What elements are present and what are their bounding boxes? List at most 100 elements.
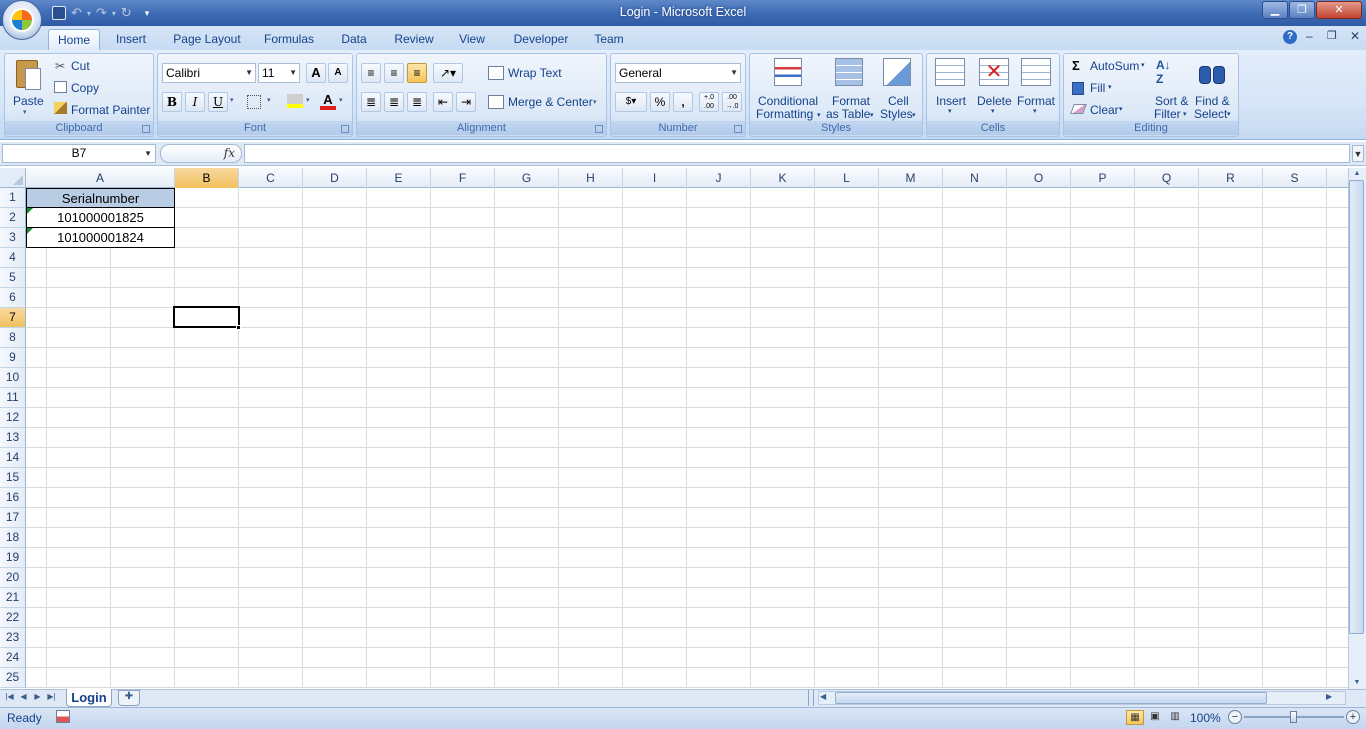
- decrease-decimal-button[interactable]: .00 →.0: [722, 92, 742, 112]
- paste-dropdown-icon[interactable]: ▾: [23, 108, 27, 116]
- tab-page-layout[interactable]: Page Layout: [166, 29, 248, 50]
- row-header-12[interactable]: 12: [0, 408, 26, 428]
- autosum-button[interactable]: AutoSum: [1090, 59, 1139, 73]
- zoom-in-icon[interactable]: +: [1346, 710, 1360, 724]
- vertical-scroll-thumb[interactable]: [1349, 180, 1364, 634]
- select-all-corner[interactable]: [0, 168, 26, 188]
- clear-button[interactable]: Clear: [1090, 103, 1119, 117]
- ribbon-minimize-icon[interactable]: –: [1306, 29, 1313, 43]
- column-header-G[interactable]: G: [495, 168, 559, 188]
- tab-view[interactable]: View: [452, 29, 492, 50]
- undo-icon[interactable]: ↶: [71, 5, 82, 21]
- horizontal-scroll-thumb[interactable]: [835, 692, 1267, 704]
- cell-A3[interactable]: 101000001824: [26, 227, 175, 248]
- align-center-icon[interactable]: ≣: [384, 92, 404, 112]
- cell-styles-dropdown-icon[interactable]: ▾: [912, 111, 916, 119]
- insert-dropdown-icon[interactable]: ▾: [948, 107, 952, 115]
- name-box-dropdown-icon[interactable]: ▼: [144, 145, 152, 162]
- tab-developer[interactable]: Developer: [506, 29, 576, 50]
- error-indicator-icon[interactable]: [27, 208, 33, 214]
- worksheet-grid[interactable]: [26, 188, 1348, 688]
- format-dropdown-icon[interactable]: ▾: [1033, 107, 1037, 115]
- middle-align-icon[interactable]: ≡: [384, 63, 404, 83]
- format-painter-button[interactable]: Format Painter: [71, 103, 150, 117]
- font-color-icon[interactable]: A: [320, 92, 336, 110]
- column-header-P[interactable]: P: [1071, 168, 1135, 188]
- column-header-F[interactable]: F: [431, 168, 495, 188]
- redo-icon[interactable]: ↷: [96, 5, 107, 21]
- first-sheet-icon[interactable]: |◀: [4, 691, 15, 703]
- expand-formula-bar-icon[interactable]: ▼: [1352, 145, 1364, 162]
- row-header-7[interactable]: 7: [0, 308, 26, 328]
- row-header-19[interactable]: 19: [0, 548, 26, 568]
- column-header-C[interactable]: C: [239, 168, 303, 188]
- undo-dropdown-icon[interactable]: ▾: [87, 9, 91, 18]
- merge-center-button[interactable]: Merge & Center: [508, 95, 593, 109]
- next-sheet-icon[interactable]: ▶: [32, 691, 43, 703]
- tab-home[interactable]: Home: [48, 29, 100, 50]
- row-header-8[interactable]: 8: [0, 328, 26, 348]
- row-header-4[interactable]: 4: [0, 248, 26, 268]
- row-header-3[interactable]: 3: [0, 228, 26, 248]
- sort-filter-line2[interactable]: Filter: [1154, 107, 1181, 121]
- borders-dropdown-icon[interactable]: ▾: [267, 96, 271, 104]
- shrink-font-button[interactable]: A: [328, 63, 348, 83]
- column-header-D[interactable]: D: [303, 168, 367, 188]
- scroll-up-icon[interactable]: ▲: [1350, 169, 1364, 178]
- find-select-line2[interactable]: Select: [1194, 107, 1227, 121]
- row-header-24[interactable]: 24: [0, 648, 26, 668]
- grow-font-button[interactable]: A: [306, 63, 326, 83]
- comma-style-button[interactable]: ,: [673, 92, 693, 112]
- tab-formulas[interactable]: Formulas: [258, 29, 320, 50]
- prev-sheet-icon[interactable]: ◀: [18, 691, 29, 703]
- redo-dropdown-icon[interactable]: ▾: [112, 9, 116, 18]
- fill-color-icon[interactable]: [287, 94, 303, 108]
- row-header-2[interactable]: 2: [0, 208, 26, 228]
- font-size-dropdown-icon[interactable]: ▼: [289, 64, 297, 82]
- format-as-table-line2[interactable]: as Table: [826, 107, 870, 121]
- zoom-slider-thumb[interactable]: [1290, 711, 1297, 723]
- cell-A1[interactable]: Serialnumber: [26, 188, 175, 208]
- row-header-18[interactable]: 18: [0, 528, 26, 548]
- row-header-25[interactable]: 25: [0, 668, 26, 688]
- find-select-dropdown-icon[interactable]: ▾: [1227, 110, 1231, 118]
- save-icon[interactable]: [52, 6, 66, 20]
- font-launcher-icon[interactable]: [341, 125, 349, 133]
- error-indicator-icon[interactable]: [27, 228, 33, 234]
- underline-button[interactable]: U: [208, 92, 228, 112]
- top-align-icon[interactable]: ≡: [361, 63, 381, 83]
- column-header-Q[interactable]: Q: [1135, 168, 1199, 188]
- insert-function-button[interactable]: fx: [160, 144, 242, 163]
- row-header-20[interactable]: 20: [0, 568, 26, 588]
- paste-button[interactable]: Paste: [13, 94, 44, 108]
- number-launcher-icon[interactable]: [734, 125, 742, 133]
- zoom-out-icon[interactable]: −: [1228, 710, 1242, 724]
- cell-styles-line2[interactable]: Styles: [880, 107, 913, 121]
- column-header-R[interactable]: R: [1199, 168, 1263, 188]
- workbook-close-icon[interactable]: ✕: [1350, 29, 1360, 43]
- merge-center-dropdown-icon[interactable]: ▾: [593, 98, 597, 106]
- column-header-H[interactable]: H: [559, 168, 623, 188]
- row-header-11[interactable]: 11: [0, 388, 26, 408]
- column-header-B[interactable]: B: [175, 168, 239, 188]
- paste-icon[interactable]: [13, 58, 43, 92]
- conditional-formatting-dropdown-icon[interactable]: ▾: [817, 111, 821, 119]
- minimize-button[interactable]: ▁: [1262, 1, 1288, 19]
- row-header-23[interactable]: 23: [0, 628, 26, 648]
- increase-indent-icon[interactable]: ⇥: [456, 92, 476, 112]
- restore-button[interactable]: ❐: [1289, 1, 1315, 19]
- cell-styles-line1[interactable]: Cell: [888, 94, 909, 108]
- number-format-combo[interactable]: General ▼: [615, 63, 741, 83]
- row-header-22[interactable]: 22: [0, 608, 26, 628]
- cut-button[interactable]: Cut: [71, 59, 90, 73]
- fill-button[interactable]: Fill: [1090, 81, 1105, 95]
- page-layout-view-icon[interactable]: ▣: [1146, 710, 1164, 725]
- sort-filter-dropdown-icon[interactable]: ▾: [1183, 110, 1187, 118]
- borders-icon[interactable]: [247, 95, 261, 109]
- alignment-launcher-icon[interactable]: [595, 125, 603, 133]
- percent-style-button[interactable]: %: [650, 92, 670, 112]
- fill-color-dropdown-icon[interactable]: ▾: [306, 96, 310, 104]
- column-header-J[interactable]: J: [687, 168, 751, 188]
- column-header-N[interactable]: N: [943, 168, 1007, 188]
- find-select-line1[interactable]: Find &: [1195, 94, 1230, 108]
